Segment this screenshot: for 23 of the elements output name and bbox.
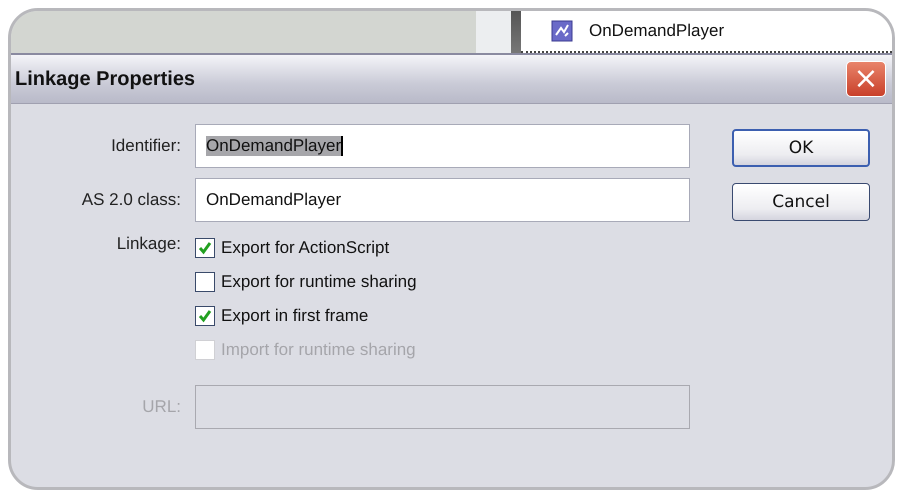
- input-field[interactable]: OnDemandPlayer: [195, 178, 690, 222]
- library-item-label: OnDemandPlayer: [589, 21, 724, 41]
- input-field[interactable]: OnDemandPlayer: [195, 124, 690, 168]
- checkbox-label: Import for runtime sharing: [221, 340, 416, 360]
- window-title: Linkage Properties: [15, 68, 196, 90]
- field-label: Identifier:: [110, 136, 181, 156]
- url-label: URL:: [141, 397, 181, 417]
- checkbox-label: Export for ActionScript: [221, 238, 390, 258]
- checkbox-label: Export for runtime sharing: [221, 272, 417, 292]
- dialog-button[interactable]: Cancel: [732, 183, 870, 221]
- linkage-label: Linkage:: [116, 233, 181, 254]
- checkbox[interactable]: [195, 306, 215, 326]
- checkbox[interactable]: [195, 238, 215, 258]
- field-value: OnDemandPlayer: [206, 136, 344, 156]
- checkbox[interactable]: [195, 272, 215, 292]
- symbol-icon: [551, 20, 573, 42]
- scrollbar[interactable]: [511, 11, 521, 53]
- close-button[interactable]: ×: [846, 61, 886, 97]
- field-label: AS 2.0 class:: [80, 190, 181, 210]
- panel-strip: [476, 11, 511, 53]
- checkbox-label: Export in first frame: [221, 306, 368, 326]
- field-value: OnDemandPlayer: [206, 190, 342, 210]
- dialog-button[interactable]: OK: [732, 129, 870, 167]
